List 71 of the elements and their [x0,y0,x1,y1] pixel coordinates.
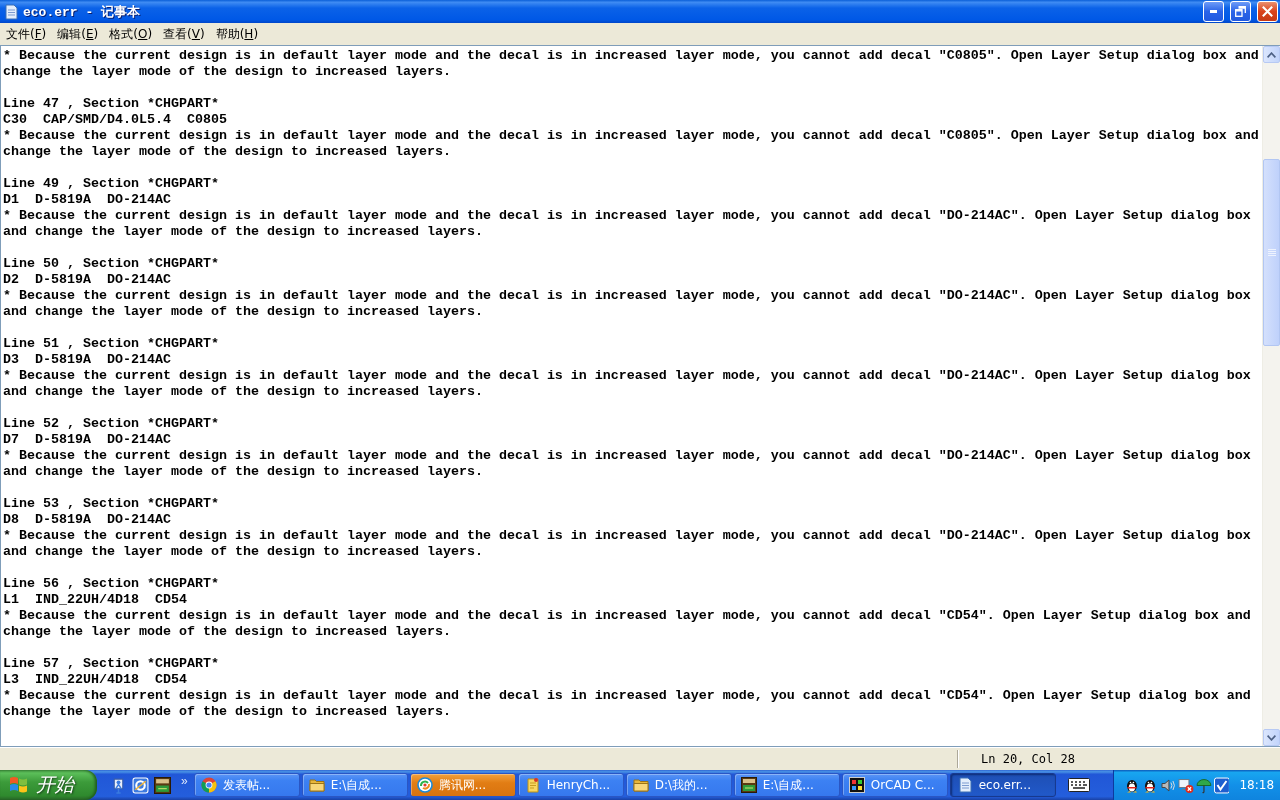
part-line: D3 D-5819A DO-214AC [3,352,172,368]
restore-button[interactable] [1230,1,1251,22]
minimize-button[interactable] [1203,1,1224,22]
menu-item[interactable]: 编辑(E) [52,25,104,43]
circuit-board-icon [740,777,757,793]
more-button[interactable]: » [179,773,190,789]
error-message: * Because the current design is in default layer mode and the decal is in increased layer mode, you cannot add decal "C0805". Open Layer Setup dialog box and change the layer mode of the design to increased layers. [3,48,1260,80]
taskbar-button[interactable]: 腾讯网... [409,773,516,797]
taskbar-button[interactable]: 发表帖... [193,773,300,797]
folder-icon [632,777,649,793]
close-button[interactable] [1257,1,1278,22]
minimize-icon [1210,10,1217,13]
error-location: Line 56 , Section *CHGPART* [3,576,220,592]
check-tile-icon[interactable] [1213,776,1230,794]
flag-icon [8,775,30,795]
taskbar-button[interactable]: OrCAD C... [841,773,948,797]
error-location: Line 47 , Section *CHGPART* [3,96,220,112]
scroll-up-button[interactable] [1263,46,1280,63]
error-message: * Because the current design is in default layer mode and the decal is in increased layer mode, you cannot add decal "C0805". Open Layer Setup dialog box and change the layer mode of the design to increased layers. [3,128,1260,160]
error-message: * Because the current design is in default layer mode and the decal is in increased layer mode, you cannot add decal "DO-214AC". Open Layer Setup dialog box and change the layer mode of the design to increased layers. [3,368,1252,400]
speaker-icon[interactable] [1159,776,1176,794]
notepad-icon [3,3,19,20]
part-line: D8 D-5819A DO-214AC [3,512,172,528]
error-message: * Because the current design is in default layer mode and the decal is in increased layer mode, you cannot add decal "DO-214AC". Open Layer Setup dialog box and change the layer mode of the design to increased layers. [3,208,1252,240]
error-location: Line 51 , Section *CHGPART* [3,336,220,352]
swirl-icon [416,777,433,793]
error-location: Line 53 , Section *CHGPART* [3,496,220,512]
circuit-board-icon[interactable] [154,776,171,794]
scroll-down-button[interactable] [1263,729,1280,746]
vertical-scrollbar[interactable] [1262,46,1280,746]
grip-icon [1267,249,1276,256]
start-button[interactable]: 开始 [0,770,97,800]
taskbar-button[interactable]: E:\自成... [733,773,840,797]
close-icon [1262,6,1273,17]
error-message: * Because the current design is in default layer mode and the decal is in increased layer mode, you cannot add decal "CD54". Open Layer Setup dialog box and change the layer mode of the design to increased layers. [3,688,1252,720]
app-tile-icon [848,777,865,793]
part-line: C30 CAP/SMD/D4.0L5.4 C0805 [3,112,228,128]
scroll-thumb[interactable] [1263,159,1280,346]
menu-item[interactable]: 文件(F) [1,25,52,43]
part-line: D2 D-5819A DO-214AC [3,272,172,288]
window-title: eco.err - 记事本 [23,3,141,21]
error-location: Line 52 , Section *CHGPART* [3,416,220,432]
taskbar-button[interactable]: E:\自成... [301,773,408,797]
umbrella-icon[interactable] [1195,776,1212,794]
part-line: L1 IND_22UH/4D18 CD54 [3,592,188,608]
menu-item[interactable]: 帮助(H) [210,25,264,43]
note-icon [524,777,541,793]
menu-item[interactable]: 格式(O) [104,25,158,43]
taskbar-button[interactable]: HenryCh... [517,773,624,797]
part-line: D7 D-5819A DO-214AC [3,432,172,448]
network-error-icon[interactable] [1177,776,1194,794]
clock: 18:18 [1239,778,1275,792]
error-message: * Because the current design is in default layer mode and the decal is in increased layer mode, you cannot add decal "DO-214AC". Open Layer Setup dialog box and change the layer mode of the design to increased layers. [3,288,1252,320]
restore-icon [1235,6,1246,17]
error-message: * Because the current design is in default layer mode and the decal is in increased layer mode, you cannot add decal "DO-214AC". Open Layer Setup dialog box and change the layer mode of the design to increased layers. [3,528,1252,560]
color-wheel-icon [200,777,217,793]
error-message: * Because the current design is in default layer mode and the decal is in increased layer mode, you cannot add decal "DO-214AC". Open Layer Setup dialog box and change the layer mode of the design to increased layers. [3,448,1252,480]
part-line: D1 D-5819A DO-214AC [3,192,172,208]
error-location: Line 50 , Section *CHGPART* [3,256,220,272]
keyboard-icon[interactable] [1067,778,1090,792]
menu-item[interactable]: 查看(V) [158,25,210,43]
error-location: Line 49 , Section *CHGPART* [3,176,220,192]
notepad-icon [956,777,973,793]
cursor-position: Ln 20, Col 28 [981,752,1075,766]
error-location: Line 57 , Section *CHGPART* [3,656,220,672]
part-line: L3 IND_22UH/4D18 CD54 [3,672,188,688]
taskbar-button[interactable]: eco.err... [949,773,1056,797]
ring-icon[interactable] [132,776,149,794]
error-message: * Because the current design is in default layer mode and the decal is in increased layer mode, you cannot add decal "CD54". Open Layer Setup dialog box and change the layer mode of the design to increased layers. [3,608,1252,640]
taskbar-button[interactable]: D:\我的... [625,773,732,797]
folder-icon [308,777,325,793]
